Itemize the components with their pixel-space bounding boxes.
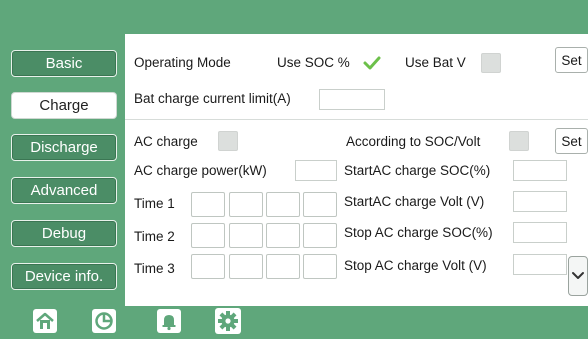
home-tab[interactable] <box>31 306 59 336</box>
time-3-end-minute[interactable] <box>303 254 337 279</box>
ac-charge-power-input[interactable] <box>295 160 337 181</box>
stop-ac-charge-soc-label: Stop AC charge SOC(%) <box>344 225 493 240</box>
ac-charge-power-label: AC charge power(kW) <box>134 163 267 178</box>
time-2-label: Time 2 <box>134 229 175 244</box>
sidebar-item-discharge[interactable]: Discharge <box>11 134 117 161</box>
use-soc-checkbox[interactable] <box>362 53 382 73</box>
settings-tab[interactable] <box>214 306 242 336</box>
checkmark-icon <box>363 56 381 70</box>
start-ac-charge-soc-input[interactable] <box>513 160 567 181</box>
set-button-operating-mode[interactable]: Set <box>555 47 588 73</box>
start-ac-charge-volt-label: StartAC charge Volt (V) <box>344 194 485 209</box>
bottom-tab-bar <box>0 306 588 339</box>
stop-ac-charge-soc-input[interactable] <box>513 222 567 243</box>
scroll-down-button[interactable] <box>568 256 588 296</box>
stop-ac-charge-volt-input[interactable] <box>513 254 567 275</box>
operating-mode-label: Operating Mode <box>134 55 231 70</box>
time-2-start-minute[interactable] <box>229 223 263 248</box>
use-bat-v-checkbox[interactable] <box>481 53 501 73</box>
ac-charge-label: AC charge <box>134 134 198 149</box>
statistics-tab[interactable] <box>90 306 118 336</box>
time-3-end-hour[interactable] <box>266 254 300 279</box>
start-ac-charge-soc-label: StartAC charge SOC(%) <box>344 163 491 178</box>
time-2-end-hour[interactable] <box>266 223 300 248</box>
time-1-end-minute[interactable] <box>303 192 337 217</box>
bat-charge-limit-input[interactable] <box>319 89 385 110</box>
section-divider <box>125 119 588 120</box>
stop-ac-charge-volt-label: Stop AC charge Volt (V) <box>344 258 487 273</box>
home-icon <box>33 309 57 333</box>
time-1-start-minute[interactable] <box>229 192 263 217</box>
alarm-tab[interactable] <box>155 306 183 336</box>
time-3-label: Time 3 <box>134 261 175 276</box>
according-to-soc-volt-checkbox[interactable] <box>509 131 529 151</box>
sidebar-item-charge[interactable]: Charge <box>11 92 117 119</box>
start-ac-charge-volt-input[interactable] <box>513 191 567 212</box>
bat-charge-limit-label: Bat charge current limit(A) <box>134 91 291 106</box>
time-2-end-minute[interactable] <box>303 223 337 248</box>
time-1-start-hour[interactable] <box>191 192 225 217</box>
time-2-start-hour[interactable] <box>191 223 225 248</box>
sidebar-item-basic[interactable]: Basic <box>11 50 117 77</box>
time-3-start-minute[interactable] <box>229 254 263 279</box>
sidebar-item-device-info[interactable]: Device info. <box>11 263 117 290</box>
chevron-down-icon <box>572 272 584 279</box>
top-bar <box>0 0 588 34</box>
ac-charge-checkbox[interactable] <box>218 131 238 151</box>
gear-icon <box>215 308 241 334</box>
set-button-ac-charge[interactable]: Set <box>555 128 588 154</box>
use-soc-label: Use SOC % <box>277 55 350 70</box>
time-1-end-hour[interactable] <box>266 192 300 217</box>
bell-icon <box>157 309 181 333</box>
time-3-start-hour[interactable] <box>191 254 225 279</box>
use-bat-v-label: Use Bat V <box>405 55 466 70</box>
according-to-soc-volt-label: According to SOC/Volt <box>346 134 481 149</box>
pie-chart-icon <box>92 309 116 333</box>
sidebar-item-advanced[interactable]: Advanced <box>11 177 117 204</box>
sidebar-item-debug[interactable]: Debug <box>11 220 117 247</box>
sidebar: Basic Charge Discharge Advanced Debug De… <box>0 34 125 306</box>
time-1-label: Time 1 <box>134 196 175 211</box>
